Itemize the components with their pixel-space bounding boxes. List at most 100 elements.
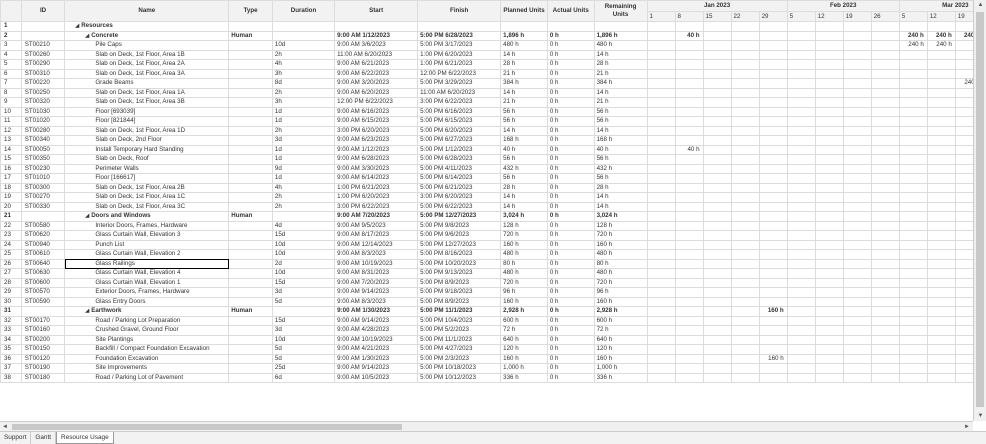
timescale-cell[interactable] — [954, 220, 973, 231]
cell-actual-units[interactable]: 0 h — [546, 163, 595, 174]
timescale-cell[interactable] — [954, 68, 973, 79]
cell-type[interactable] — [228, 372, 273, 383]
cell-id[interactable]: ST01030 — [20, 106, 66, 117]
timescale-cell[interactable] — [674, 353, 704, 364]
timescale-cell[interactable] — [954, 363, 973, 374]
cell-type[interactable] — [228, 315, 273, 326]
tab-resource-usage[interactable]: Resource Usage — [56, 432, 114, 444]
timescale-cell[interactable] — [814, 106, 844, 117]
table-row[interactable]: 29 ST00570 Exterior Doors, Frames, Hardwar… — [0, 287, 973, 298]
cell-id[interactable]: ST00330 — [20, 201, 66, 212]
timescale-cell[interactable] — [926, 68, 956, 79]
cell-finish[interactable]: 5:00 PM 2/3/2023 — [417, 353, 502, 364]
cell-finish[interactable]: 5:00 PM 6/20/2023 — [417, 125, 502, 136]
cell-finish[interactable]: 5:00 PM 11/1/2023 — [417, 334, 502, 345]
cell-actual-units[interactable]: 0 h — [546, 173, 595, 184]
cell-remaining-units[interactable]: 14 h — [593, 192, 648, 203]
cell-start[interactable]: 9:00 AM 9/14/2023 — [334, 287, 419, 298]
cell-name[interactable]: Slab on Deck, 1st Floor, Area 2B — [64, 182, 230, 193]
timescale-cell[interactable] — [954, 182, 973, 193]
cell-start[interactable]: 9:00 AM 8/3/2023 — [334, 249, 419, 260]
timescale-cell[interactable] — [702, 249, 732, 260]
timescale-cell[interactable] — [898, 49, 928, 60]
cell-name[interactable]: Slab on Deck, 1st Floor, Area 2A — [64, 59, 230, 70]
cell-name[interactable]: ◢ Doors and Windows — [64, 211, 230, 222]
timescale-cell[interactable] — [646, 21, 676, 32]
timescale-cell[interactable] — [842, 154, 872, 165]
cell-name[interactable]: Slab on Deck, 1st Floor, Area 3B — [64, 97, 230, 108]
timescale-cell[interactable] — [926, 163, 956, 174]
timescale-cell[interactable] — [646, 97, 676, 108]
timescale-cell[interactable] — [702, 230, 732, 241]
timescale-cell[interactable] — [730, 344, 760, 355]
timescale-cell[interactable] — [646, 192, 676, 203]
timescale-cell[interactable] — [870, 315, 900, 326]
timescale-cell[interactable] — [758, 125, 788, 136]
timescale-cell[interactable] — [926, 125, 956, 136]
cell-type[interactable] — [228, 144, 273, 155]
table-row[interactable]: 38 ST00180 Road / Parking Lot of Pavement 6… — [0, 372, 973, 383]
timescale-cell[interactable] — [786, 344, 816, 355]
cell-duration[interactable]: 1d — [271, 106, 336, 117]
timescale-cell[interactable] — [954, 258, 973, 269]
timescale-cell[interactable] — [674, 116, 704, 127]
timescale-cell[interactable] — [926, 220, 956, 231]
cell-type[interactable] — [228, 182, 273, 193]
timescale-cell[interactable] — [814, 239, 844, 250]
timescale-cell[interactable] — [814, 306, 844, 317]
cell-type[interactable] — [228, 353, 273, 364]
cell-finish[interactable]: 5:00 PM 4/11/2023 — [417, 163, 502, 174]
row-number[interactable]: 6 — [0, 68, 22, 79]
cell-remaining-units[interactable]: 21 h — [593, 97, 648, 108]
cell-type[interactable] — [228, 154, 273, 165]
timescale-cell[interactable] — [646, 163, 676, 174]
cell-start[interactable]: 9:00 AM 6/21/2023 — [334, 59, 419, 70]
cell-planned-units[interactable]: 480 h — [500, 249, 548, 260]
cell-planned-units[interactable]: 96 h — [500, 287, 548, 298]
timescale-cell[interactable] — [926, 49, 956, 60]
timescale-cell[interactable] — [646, 125, 676, 136]
timescale-cell[interactable] — [646, 296, 676, 307]
cell-start[interactable]: 9:00 AM 9/14/2023 — [334, 363, 419, 374]
cell-remaining-units[interactable]: 480 h — [593, 268, 648, 279]
cell-name[interactable]: Floor [166617] — [64, 173, 230, 184]
cell-remaining-units[interactable]: 14 h — [593, 87, 648, 98]
cell-remaining-units[interactable]: 384 h — [593, 78, 648, 89]
timescale-cell[interactable] — [730, 40, 760, 51]
cell-name[interactable]: Grade Beams — [64, 78, 230, 89]
cell-planned-units[interactable] — [500, 21, 548, 32]
cell-remaining-units[interactable]: 56 h — [593, 106, 648, 117]
timescale-cell[interactable] — [814, 97, 844, 108]
cell-type[interactable] — [228, 78, 273, 89]
cell-start[interactable]: 9:00 AM 1/30/2023 — [334, 306, 419, 317]
timescale-cell[interactable] — [674, 249, 704, 260]
timescale-cell[interactable] — [926, 296, 956, 307]
table-row[interactable]: 7 ST00220 Grade Beams 8d 9:00 AM 3/20/2023 5:… — [0, 78, 973, 89]
row-number[interactable]: 34 — [0, 334, 22, 345]
timescale-cell[interactable]: 240 h — [898, 30, 928, 41]
cell-type[interactable] — [228, 287, 273, 298]
timescale-cell[interactable] — [730, 154, 760, 165]
timescale-cell[interactable] — [814, 49, 844, 60]
cell-remaining-units[interactable]: 28 h — [593, 182, 648, 193]
cell-remaining-units[interactable]: 40 h — [593, 144, 648, 155]
timescale-cell[interactable] — [842, 106, 872, 117]
timescale-cell[interactable] — [842, 68, 872, 79]
timescale-cell[interactable] — [870, 97, 900, 108]
cell-planned-units[interactable]: 3,024 h — [500, 211, 548, 222]
cell-finish[interactable]: 5:00 PM 6/27/2023 — [417, 135, 502, 146]
timescale-cell[interactable] — [674, 21, 704, 32]
timescale-cell[interactable] — [814, 68, 844, 79]
timescale-cell[interactable] — [842, 372, 872, 383]
cell-type[interactable] — [228, 334, 273, 345]
timescale-cell[interactable] — [870, 144, 900, 155]
table-row[interactable]: 27 ST00630 Glass Curtain Wall, Elevation 4… — [0, 268, 973, 279]
cell-type[interactable] — [228, 97, 273, 108]
cell-planned-units[interactable]: 120 h — [500, 344, 548, 355]
cell-id[interactable]: ST00600 — [20, 277, 66, 288]
cell-actual-units[interactable]: 0 h — [546, 344, 595, 355]
timescale-cell[interactable] — [758, 182, 788, 193]
timescale-cell[interactable] — [842, 230, 872, 241]
cell-id[interactable]: ST00050 — [20, 144, 66, 155]
timescale-cell[interactable] — [758, 97, 788, 108]
